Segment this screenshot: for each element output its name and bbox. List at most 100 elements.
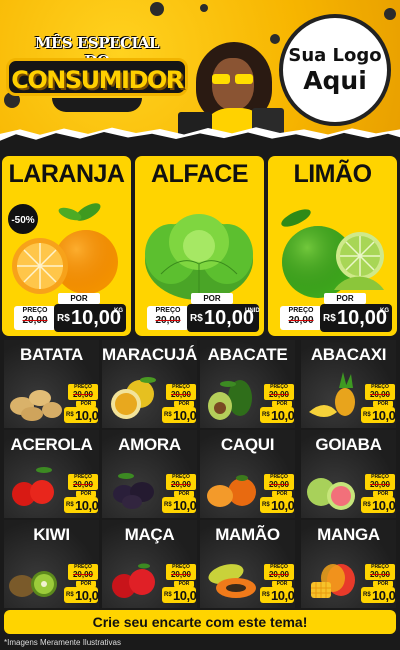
- new-price-value: 10,00: [75, 588, 99, 603]
- currency-symbol: R$: [57, 313, 70, 324]
- old-price-tag: PREÇO 20,00: [264, 564, 294, 580]
- old-price-label: PREÇO: [288, 307, 314, 314]
- currency-symbol: R$: [363, 502, 371, 508]
- papaya-image: [208, 564, 256, 598]
- old-price-value: 20,00: [369, 480, 391, 489]
- acerola-image: [12, 467, 54, 506]
- coin-decoration: [384, 8, 396, 20]
- campaign-title: MÊS ESPECIAL DO CONSUMIDOR: [6, 24, 188, 112]
- old-price-tag: PREÇO 20,00: [166, 384, 196, 400]
- old-price-value: 20,00: [170, 570, 192, 579]
- old-price-value: 20,00: [288, 315, 314, 326]
- old-price-value: 20,00: [170, 480, 192, 489]
- new-price-value: 10,00: [271, 588, 295, 603]
- avocado-image: [208, 380, 252, 420]
- por-label: POR: [58, 293, 100, 304]
- product-name: KIWI: [33, 525, 70, 544]
- product-card-kiwi: KIWI PREÇO20,00 POR R$10,00: [4, 520, 99, 608]
- old-price-tag: PREÇO 20,00: [264, 384, 294, 400]
- new-price-tag: R$ 10,00 UNID: [187, 304, 260, 332]
- new-price-value: 10,00: [75, 498, 99, 513]
- product-name: LARANJA: [8, 160, 125, 188]
- currency-symbol: R$: [190, 313, 203, 324]
- product-card-mamao: MAMÃO PREÇO20,00 POR R$10,00: [200, 520, 295, 608]
- mango-image: [311, 564, 355, 598]
- old-price-value: 20,00: [268, 480, 290, 489]
- torn-paper-edge: [0, 132, 400, 152]
- product-card-acerola: ACEROLA PREÇO20,00 POR R$10,00: [4, 430, 99, 518]
- currency-symbol: R$: [262, 502, 270, 508]
- product-name: ACEROLA: [10, 435, 93, 454]
- guava-image: [307, 478, 355, 510]
- cta-banner[interactable]: Crie seu encarte com este tema!: [4, 610, 396, 634]
- new-price-value: 10,00: [173, 408, 197, 423]
- product-name: LIMÃO: [293, 160, 372, 188]
- currency-symbol: R$: [164, 412, 172, 418]
- old-price-tag: PREÇO 20,00: [365, 564, 395, 580]
- old-price-tag: PREÇO 20,00: [166, 564, 196, 580]
- new-price-tag: R$10,00: [361, 407, 396, 423]
- old-price-value: 20,00: [155, 315, 181, 326]
- new-price-value: 10,00: [372, 588, 396, 603]
- new-price-value: 10,00: [173, 498, 197, 513]
- old-price-value: 20,00: [268, 390, 290, 399]
- new-price-tag: R$10,00: [64, 497, 99, 513]
- new-price-tag: R$10,00: [361, 497, 396, 513]
- new-price-tag: R$ 10,00 KG: [320, 304, 392, 332]
- old-price-value: 20,00: [22, 315, 48, 326]
- currency-symbol: R$: [164, 502, 172, 508]
- new-price-tag: R$10,00: [260, 497, 295, 513]
- old-price-tag: PREÇO 20,00: [264, 474, 294, 490]
- old-price-tag: PREÇO 20,00: [365, 384, 395, 400]
- header-banner: MÊS ESPECIAL DO CONSUMIDOR Sua Logo Aqui: [0, 0, 400, 152]
- featured-card-laranja: LARANJA -50% PREÇO 20,00 POR R$ 10,00 KG: [2, 156, 131, 336]
- old-price-value: 20,00: [72, 480, 94, 489]
- product-card-manga: MANGA PREÇO20,00 POR R$10,00: [301, 520, 396, 608]
- price-unit: KG: [114, 308, 123, 314]
- price-unit: KG: [380, 308, 389, 314]
- new-price-tag: R$10,00: [361, 587, 396, 603]
- old-price-value: 20,00: [72, 570, 94, 579]
- coin-decoration: [200, 4, 208, 12]
- currency-symbol: R$: [262, 412, 270, 418]
- por-label: POR: [191, 293, 233, 304]
- old-price-label: PREÇO: [22, 307, 48, 314]
- new-price-value: 10,00: [271, 498, 295, 513]
- product-card-maca: MAÇA PREÇO20,00 POR R$10,00: [102, 520, 197, 608]
- passion-fruit-image: [111, 377, 156, 419]
- kiwi-image: [9, 571, 57, 597]
- currency-symbol: R$: [66, 502, 74, 508]
- product-name: MANGA: [317, 525, 380, 544]
- new-price-tag: R$10,00: [162, 587, 197, 603]
- old-price-tag: PREÇO 20,00: [68, 474, 98, 490]
- logo-placeholder: Sua Logo Aqui: [279, 14, 391, 126]
- currency-symbol: R$: [363, 592, 371, 598]
- logo-line1: Sua Logo: [288, 45, 382, 66]
- currency-symbol: R$: [262, 592, 270, 598]
- product-name: MAÇA: [124, 525, 175, 544]
- old-price-label: PREÇO: [155, 307, 181, 314]
- product-name: GOIABA: [315, 435, 382, 454]
- old-price-value: 20,00: [268, 570, 290, 579]
- product-card-maracuja: MARACUJÁ PREÇO20,00 POR R$10,00: [102, 340, 197, 428]
- product-name: CAQUI: [220, 435, 275, 454]
- old-price-tag: PREÇO 20,00: [280, 306, 322, 330]
- lettuce-image: [145, 214, 253, 300]
- new-price-tag: R$10,00: [64, 407, 99, 423]
- old-price-tag: PREÇO 20,00: [68, 384, 98, 400]
- featured-card-alface: ALFACE PREÇO 20,00 POR R$ 10,00 UNID: [135, 156, 264, 336]
- featured-card-limao: LIMÃO PREÇO 20,00 POR R$ 10,00 KG: [268, 156, 397, 336]
- old-price-tag: PREÇO 20,00: [365, 474, 395, 490]
- old-price-tag: PREÇO 20,00: [166, 474, 196, 490]
- new-price-tag: R$10,00: [162, 407, 197, 423]
- new-price-tag: R$10,00: [260, 407, 295, 423]
- product-card-abacaxi: ABACAXI PREÇO20,00 POR R$10,00: [301, 340, 396, 428]
- old-price-tag: PREÇO 20,00: [14, 306, 56, 330]
- disclaimer-footnote: *Imagens Meramente Ilustrativas: [4, 638, 121, 647]
- apple-image: [112, 563, 155, 598]
- price-unit: UNID: [245, 308, 260, 314]
- product-name: BATATA: [19, 345, 84, 364]
- product-card-caqui: CAQUI PREÇO20,00 POR R$10,00: [200, 430, 295, 518]
- product-name: ABACAXI: [310, 345, 387, 364]
- lime-image: [281, 209, 384, 298]
